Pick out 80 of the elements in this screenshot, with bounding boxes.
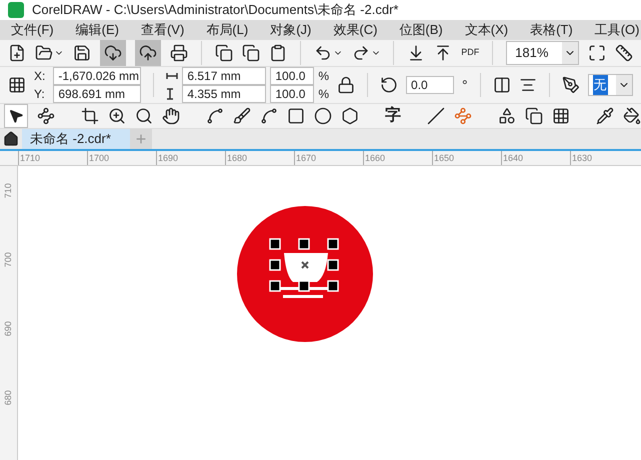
ruler-label: 1710 <box>18 151 87 165</box>
width-field[interactable]: 6.517 mm <box>182 67 266 85</box>
print-icon[interactable] <box>170 44 188 62</box>
paste-icon[interactable] <box>268 44 287 62</box>
zoom-icon[interactable] <box>108 107 126 125</box>
ruler-label: 690 <box>2 320 14 338</box>
ruler-label: 1690 <box>156 151 225 165</box>
ruler-label: 1670 <box>294 151 363 165</box>
pen-nib-icon[interactable] <box>562 76 580 94</box>
menu-item[interactable]: 文本(X) <box>454 20 520 40</box>
curve-icon[interactable] <box>260 107 278 125</box>
undo-icon[interactable] <box>314 44 332 62</box>
menu-item[interactable]: 查看(V) <box>130 20 196 40</box>
reference-point-icon[interactable] <box>8 76 26 94</box>
menu-item[interactable]: 对象(J) <box>259 20 322 40</box>
ruler-label: 700 <box>2 251 14 268</box>
brush-icon[interactable] <box>233 107 251 125</box>
x-position-field[interactable]: -1,670.026 mm <box>53 67 142 85</box>
height-field[interactable]: 4.355 mm <box>182 85 266 103</box>
cloud-download-button[interactable] <box>100 40 126 66</box>
percent-label: % <box>318 68 330 85</box>
menu-item[interactable]: 编辑(E) <box>64 20 130 40</box>
scale-y-field[interactable]: 100.0 <box>270 85 314 103</box>
menu-item[interactable]: 表格(T) <box>519 20 584 40</box>
rectangle-icon[interactable] <box>287 107 305 125</box>
pointer-icon <box>8 108 24 124</box>
app-logo-icon <box>8 2 24 18</box>
text-tool-button[interactable]: 字 <box>385 108 401 124</box>
cloud-upload-button[interactable] <box>134 40 161 66</box>
open-folder-icon[interactable] <box>35 44 53 62</box>
width-icon <box>166 72 178 80</box>
scale-x-field[interactable]: 100.0 <box>270 67 314 85</box>
percent-label: % <box>318 86 330 103</box>
ruler-label: 1650 <box>432 151 501 165</box>
home-icon[interactable] <box>3 131 19 147</box>
menu-item[interactable]: 工具(O) <box>584 20 641 40</box>
new-document-icon[interactable] <box>8 44 26 62</box>
menu-item[interactable]: 文件(F) <box>0 20 65 40</box>
pick-tool-button[interactable] <box>4 104 28 128</box>
ruler-label: 1630 <box>570 151 639 165</box>
ruler-label: 1640 <box>501 151 570 165</box>
rotation-field[interactable]: 0.0 <box>406 76 454 94</box>
pdf-button[interactable]: PDF <box>461 48 480 58</box>
menu-item[interactable]: 效果(C) <box>322 20 388 40</box>
degree-label: ° <box>462 76 468 94</box>
ellipse-icon[interactable] <box>314 107 332 125</box>
eyedropper-icon[interactable] <box>596 107 614 125</box>
menu-item[interactable]: 位图(B) <box>388 20 454 40</box>
ruler-label: 1700 <box>87 151 156 165</box>
shape-tool-icon[interactable] <box>37 107 55 125</box>
crop-icon[interactable] <box>81 107 99 125</box>
polygon-icon[interactable] <box>341 107 359 125</box>
rotate-icon[interactable] <box>380 76 398 94</box>
ruler-label: 710 <box>2 182 14 200</box>
zoom-dropdown[interactable]: 181% <box>506 40 580 65</box>
x-label: X: <box>34 68 46 85</box>
ruler-label: 1680 <box>225 151 294 165</box>
search-icon[interactable] <box>135 107 153 125</box>
window-title: CorelDRAW - C:\Users\Administrator\Documents\未命名 -2.cdr* <box>32 1 398 20</box>
freehand-icon[interactable] <box>206 107 224 125</box>
ruler-label: 680 <box>2 389 14 406</box>
fill-icon[interactable] <box>623 107 641 125</box>
blend-icon[interactable] <box>498 107 516 125</box>
dimension-line-icon[interactable] <box>427 107 445 125</box>
y-position-field[interactable]: 698.691 mm <box>53 85 142 103</box>
redo-icon[interactable] <box>352 44 370 62</box>
drop-shadow-icon[interactable] <box>525 107 543 125</box>
copy-icon[interactable] <box>242 44 260 62</box>
save-icon[interactable] <box>72 44 91 62</box>
hand-icon[interactable] <box>162 107 180 125</box>
outline-dropdown[interactable]: 无 <box>588 74 633 96</box>
y-label: Y: <box>34 86 46 103</box>
lock-icon[interactable] <box>337 76 356 94</box>
connector-icon[interactable] <box>454 107 472 125</box>
height-icon <box>166 88 174 100</box>
ruler-label: 1660 <box>363 151 432 165</box>
full-screen-icon[interactable] <box>588 44 606 62</box>
ruler-icon[interactable] <box>615 44 634 62</box>
menu-item[interactable]: 布局(L) <box>195 20 260 40</box>
document-tab[interactable]: 未命名 -2.cdr* <box>22 129 130 149</box>
